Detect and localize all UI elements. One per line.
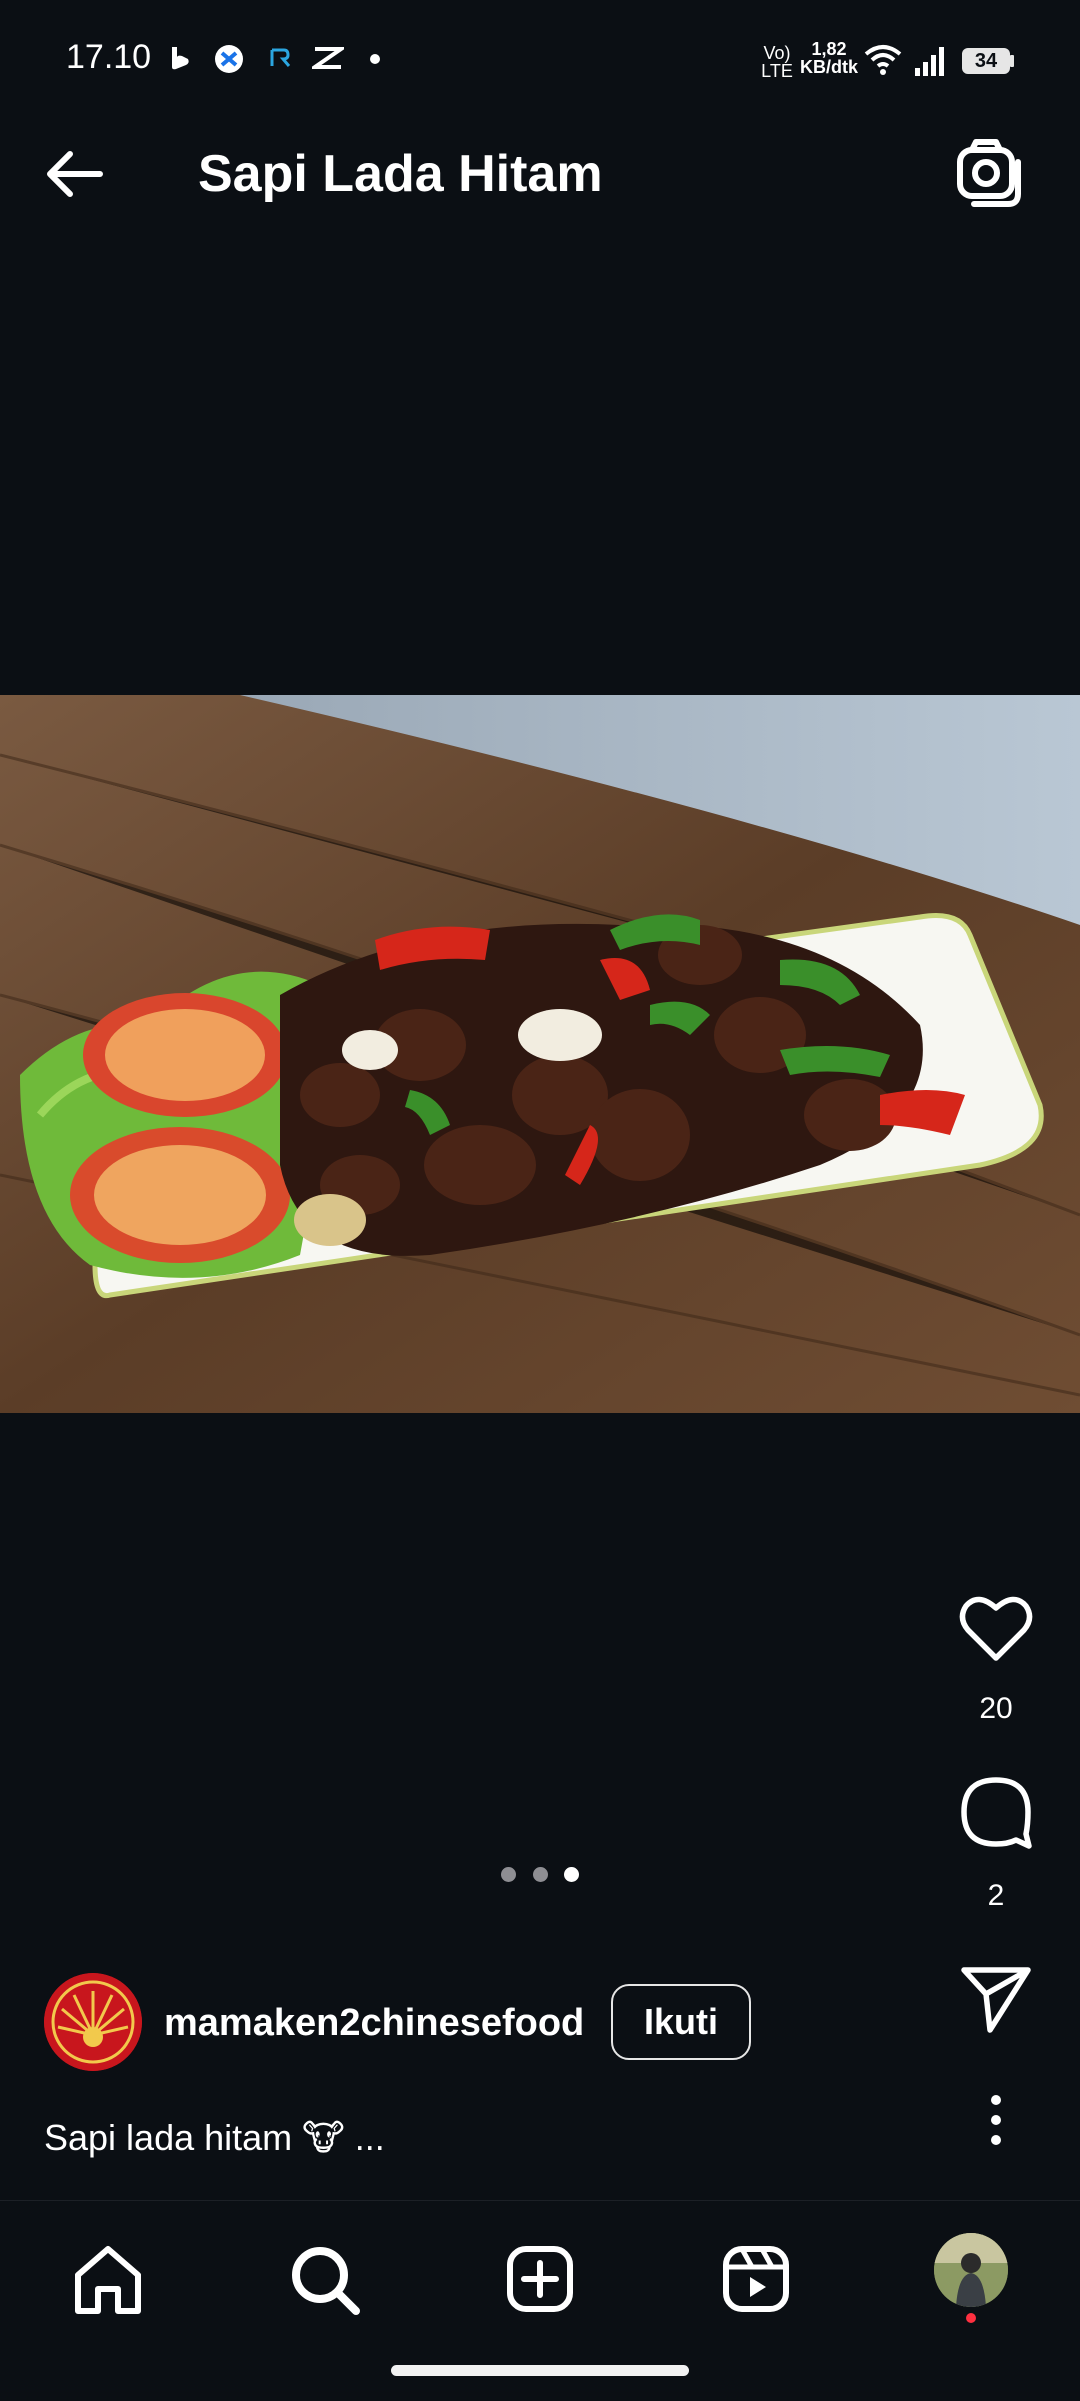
speed-unit: KB/dtk xyxy=(800,57,858,77)
author-avatar[interactable] xyxy=(44,1973,142,2071)
nav-search[interactable] xyxy=(276,2231,372,2327)
home-indicator[interactable] xyxy=(391,2365,689,2376)
top-bar: Sapi Lada Hitam xyxy=(0,92,1080,252)
battery-icon: 34 xyxy=(962,48,1010,74)
more-options-button[interactable] xyxy=(950,2090,1042,2155)
comment-icon xyxy=(961,1777,1032,1849)
dot-icon xyxy=(370,54,380,64)
reels-icon xyxy=(723,2246,789,2312)
create-icon xyxy=(507,2246,573,2312)
capcut-icon xyxy=(308,44,348,72)
net-type: Vo) LTE xyxy=(760,44,794,80)
food-photo xyxy=(0,695,1080,1413)
net-speed: 1,82 KB/dtk xyxy=(798,40,860,76)
author-username[interactable]: mamaken2chinesefood xyxy=(164,1999,584,2047)
send-icon xyxy=(961,1967,1031,2033)
heart-icon xyxy=(959,1596,1033,1661)
home-icon xyxy=(75,2246,141,2314)
like-button[interactable] xyxy=(950,1588,1042,1673)
nav-create[interactable] xyxy=(492,2231,588,2327)
follow-button[interactable]: Ikuti xyxy=(611,1984,751,2060)
more-vertical-icon xyxy=(991,2095,1001,2145)
post-caption[interactable]: Sapi lada hitam 🐮 ... xyxy=(44,2114,385,2162)
status-time: 17.10 xyxy=(66,38,152,76)
nav-home[interactable] xyxy=(60,2231,156,2327)
share-button[interactable] xyxy=(950,1958,1042,2043)
status-bar: 17.10 Vo) LTE 1,82 KB/dtk 34 xyxy=(0,0,1080,92)
brand-logo xyxy=(44,1973,142,2071)
arrow-left-icon xyxy=(47,151,103,197)
comment-button[interactable] xyxy=(950,1772,1042,1857)
like-count: 20 xyxy=(979,1692,1013,1725)
net-type-top: Vo) xyxy=(763,43,791,63)
nav-profile[interactable] xyxy=(934,2233,1008,2307)
nav-reels[interactable] xyxy=(708,2231,804,2327)
camera-button[interactable] xyxy=(952,132,1032,212)
carousel-dot-active xyxy=(564,1867,579,1882)
wifi-icon xyxy=(864,44,902,81)
camera-icon xyxy=(957,139,1021,207)
speed-value: 1,82 xyxy=(811,39,847,59)
page-title: Sapi Lada Hitam xyxy=(198,145,603,203)
carousel-dot xyxy=(501,1867,516,1882)
profile-notification-dot xyxy=(966,2313,976,2323)
back-button[interactable] xyxy=(38,136,114,212)
battery-level: 34 xyxy=(974,50,998,72)
net-type-bottom: LTE xyxy=(761,61,793,81)
carousel-dot xyxy=(533,1867,548,1882)
comment-count: 2 xyxy=(987,1879,1005,1912)
search-icon xyxy=(292,2247,360,2315)
b-app-icon xyxy=(166,44,194,72)
x-app-icon xyxy=(214,44,243,73)
battery-tip xyxy=(1010,55,1014,67)
post-image[interactable] xyxy=(0,695,1080,1413)
signal-icon xyxy=(914,46,948,81)
profile-avatar xyxy=(934,2233,1008,2307)
r-app-icon xyxy=(266,44,294,72)
